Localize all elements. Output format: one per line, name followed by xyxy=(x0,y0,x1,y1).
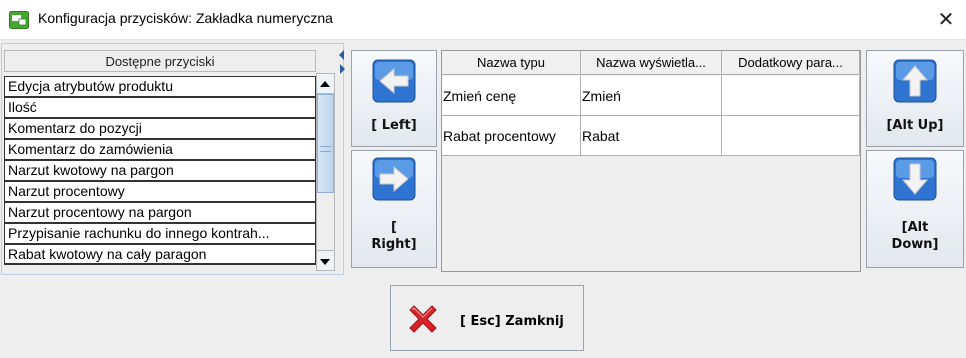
table-cell[interactable] xyxy=(722,76,860,116)
move-down-label-line1: [Alt xyxy=(901,220,929,235)
move-left-label: [ Left] xyxy=(371,118,417,133)
scroll-thumb[interactable] xyxy=(317,94,334,193)
list-item[interactable]: Narzut kwotowy na pargon xyxy=(4,160,316,181)
list-item[interactable]: Komentarz do pozycji xyxy=(4,118,316,139)
list-item[interactable]: Rabat kwotowy na cały paragon xyxy=(4,244,316,265)
move-up-label: [Alt Up] xyxy=(886,118,944,133)
column-header-type-name[interactable]: Nazwa typu xyxy=(442,51,581,75)
table-cell[interactable]: Zmień cenę xyxy=(442,76,581,116)
list-item[interactable]: Edycja atrybutów produktu xyxy=(4,76,316,97)
table-cell[interactable]: Zmień xyxy=(581,76,722,116)
move-up-button[interactable]: [Alt Up] xyxy=(866,50,964,147)
expand-right-icon[interactable] xyxy=(340,64,345,74)
triangle-down-icon xyxy=(320,259,330,265)
close-icon: ✕ xyxy=(937,7,955,31)
close-window-button[interactable]: ✕ xyxy=(934,8,958,32)
arrow-up-icon xyxy=(893,59,937,103)
arrow-left-icon xyxy=(372,59,416,103)
panel-splitter[interactable] xyxy=(337,43,347,275)
red-x-icon xyxy=(409,305,437,333)
move-down-button[interactable]: [Alt Down] xyxy=(866,150,964,268)
list-column-header[interactable]: Dostępne przyciski xyxy=(4,50,316,72)
list-item[interactable]: Ilość xyxy=(4,97,316,118)
collapse-left-icon[interactable] xyxy=(339,50,344,60)
table-cell[interactable]: Rabat xyxy=(581,116,722,156)
move-down-label-line2: Down] xyxy=(891,237,939,252)
column-header-extra-param[interactable]: Dodatkowy para... xyxy=(722,51,860,75)
list-item[interactable]: Narzut procentowy xyxy=(4,181,316,202)
arrow-down-icon xyxy=(893,157,937,201)
column-header-display-name[interactable]: Nazwa wyświetla... xyxy=(581,51,722,75)
close-dialog-label: [ Esc] Zamknij xyxy=(460,314,564,329)
table-cell[interactable] xyxy=(722,116,860,156)
triangle-up-icon xyxy=(320,81,330,87)
move-right-label-line1: [ xyxy=(391,220,397,235)
list-item[interactable]: Przypisanie rachunku do innego kontrah..… xyxy=(4,223,316,244)
arrow-right-icon xyxy=(372,157,416,201)
app-icon xyxy=(9,11,29,29)
list-item[interactable]: Narzut procentowy na pargon xyxy=(4,202,316,223)
move-left-button[interactable]: [ Left] xyxy=(351,50,437,147)
move-right-button[interactable]: [ Right] xyxy=(351,150,437,268)
move-right-label-line2: Right] xyxy=(371,237,417,252)
window-title: Konfiguracja przycisków: Zakładka numery… xyxy=(38,10,333,26)
list-item[interactable]: Komentarz do zamówienia xyxy=(4,139,316,160)
grip-icon xyxy=(320,146,331,152)
table-cell[interactable]: Rabat procentowy xyxy=(442,116,581,156)
